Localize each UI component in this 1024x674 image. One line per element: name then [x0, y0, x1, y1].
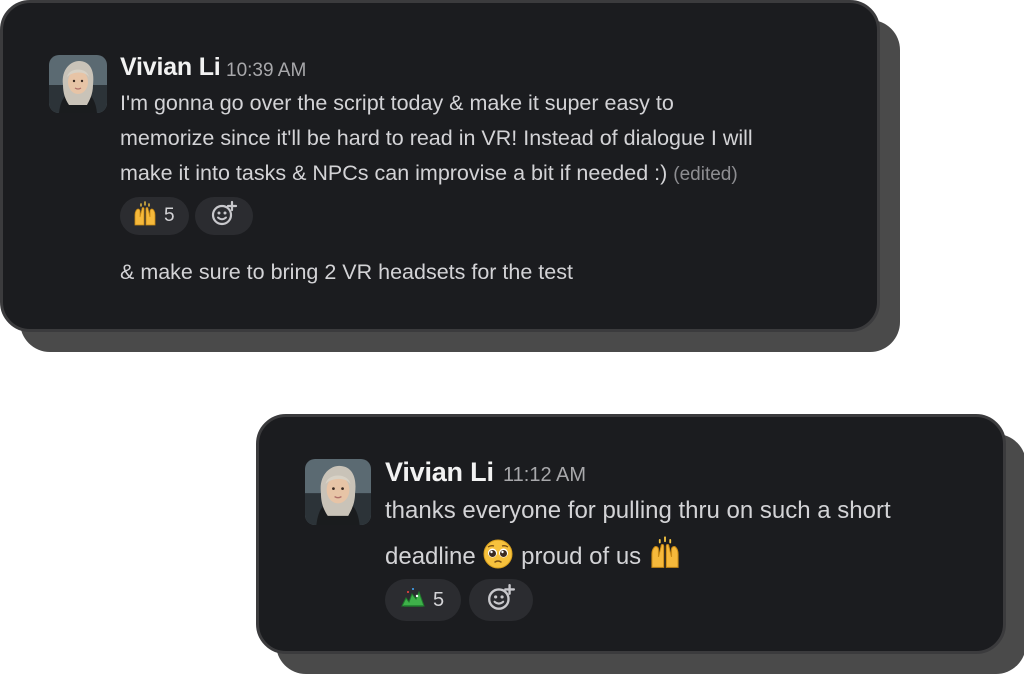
message-card-2: Vivian Li 11:12 AM thanks everyone for p…	[256, 414, 1006, 654]
add-emoji-icon	[486, 583, 516, 618]
message-line-3: make it into tasks & NPCs can improvise …	[120, 161, 738, 186]
message-line-1: I'm gonna go over the script today & mak…	[120, 91, 674, 115]
message-line-2: memorize since it'll be hard to read in …	[120, 126, 753, 150]
pleading-face-icon	[482, 538, 514, 577]
followup-message: & make sure to bring 2 VR headsets for t…	[120, 260, 573, 284]
reaction-raised-hands[interactable]: 5	[120, 197, 189, 235]
timestamp[interactable]: 10:39 AM	[226, 60, 306, 82]
edited-label: (edited)	[673, 164, 738, 185]
author-name[interactable]: Vivian Li	[120, 53, 221, 82]
avatar[interactable]	[305, 459, 371, 525]
timestamp[interactable]: 11:12 AM	[503, 464, 586, 487]
message-card-1: Vivian Li 10:39 AM I'm gonna go over the…	[0, 0, 880, 332]
add-reaction-button[interactable]	[469, 579, 533, 621]
message-line-2-a: deadline	[385, 543, 476, 570]
reaction-party-dragon[interactable]: 5	[385, 579, 461, 621]
party-dragon-icon	[399, 586, 427, 615]
reaction-count: 5	[433, 588, 445, 611]
raised-hands-icon	[132, 200, 158, 232]
add-reaction-button[interactable]	[195, 197, 253, 235]
add-emoji-icon	[210, 200, 238, 233]
message-line-1: thanks everyone for pulling thru on such…	[385, 497, 891, 524]
raised-hands-icon	[648, 536, 682, 577]
author-name[interactable]: Vivian Li	[385, 457, 494, 488]
message-line-2: deadline proud of us	[385, 536, 682, 577]
reaction-count: 5	[164, 205, 175, 226]
message-line-3-text: make it into tasks & NPCs can improvise …	[120, 161, 668, 185]
message-line-2-b: proud of us	[521, 543, 642, 570]
avatar[interactable]	[49, 55, 107, 113]
